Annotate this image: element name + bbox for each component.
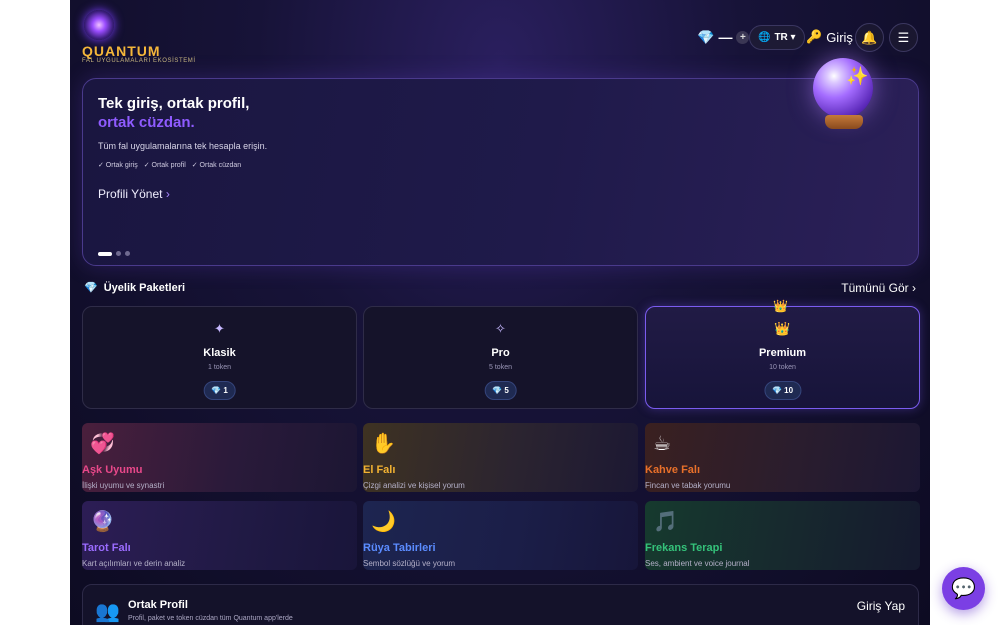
package-price: 1 — [223, 386, 228, 395]
hero-feature: ✓ Ortak profil — [143, 162, 186, 169]
crystal-orb-icon[interactable] — [84, 10, 114, 40]
package-name: Pro — [491, 347, 510, 359]
gem-icon: 💎 — [771, 386, 782, 395]
sparkle-icon: ✨ — [846, 66, 869, 86]
crystal-ball-icon: 🔮 — [90, 511, 115, 533]
shared-profile-card: 👥 Ortak Profil Profil, paket ve token cü… — [82, 584, 919, 625]
wallet-balance: — — [718, 29, 733, 45]
brand-title[interactable]: QUANTUM — [82, 43, 161, 59]
carousel-dot-2[interactable] — [116, 251, 121, 256]
package-name: Klasik — [203, 347, 236, 359]
users-icon: 👥 — [95, 601, 120, 623]
notifications-button[interactable]: 🔔 — [855, 23, 884, 52]
app-description: Ses, ambient ve voice journal — [645, 559, 750, 568]
app-description: Kart açılımları ve derin analiz — [82, 559, 186, 568]
app-tile-el-fali[interactable]: ✋ El Falı Çizgi analizi ve kişisel yorum — [363, 423, 638, 492]
token-wallet[interactable]: 💎 — + — [697, 23, 750, 51]
gem-icon: 💎 — [84, 282, 98, 294]
app-name: El Falı — [363, 464, 396, 476]
hero-carousel[interactable]: Tek giriş, ortak profil, ortak cüzdan. T… — [82, 78, 919, 266]
language-label: TR ▾ — [774, 32, 796, 43]
package-tokens: 1 token — [208, 364, 231, 371]
see-all-link[interactable]: Tümünü Gör › — [841, 281, 916, 295]
brand-subtitle: FAL UYGULAMALARI EKOSİSTEMİ — [82, 58, 196, 64]
app-tile-ask-uyumu[interactable]: 💞 Aşk Uyumu İlişki uyumu ve synastri — [82, 423, 357, 492]
app-name: Rüya Tabirleri — [363, 542, 436, 554]
profile-card-title: Ortak Profil — [128, 599, 188, 611]
package-tokens: 10 token — [769, 364, 796, 371]
carousel-dot-3[interactable] — [125, 251, 130, 256]
app-description: Fincan ve tabak yorumu — [645, 481, 731, 490]
section-header-packages: 💎 Üyelik Paketleri — [84, 281, 186, 295]
package-price: 10 — [784, 386, 794, 395]
hero-feature-list: ✓ Ortak giriş ✓ Ortak profil ✓ Ortak cüz… — [98, 161, 241, 169]
chat-bubble-icon: 💬 — [951, 578, 976, 600]
crown-icon: 👑 — [774, 321, 791, 336]
hamburger-menu-icon: ☰ — [897, 29, 910, 45]
app-tile-kahve-fali[interactable]: ☕ Kahve Falı Fincan ve tabak yorumu — [645, 423, 920, 492]
chevron-right-icon: › — [165, 187, 170, 201]
hearts-icon: 💞 — [90, 433, 115, 455]
language-selector[interactable]: 🌐 TR ▾ — [749, 25, 805, 50]
profile-card-description: Profil, paket ve token cüzdan tüm Quantu… — [128, 615, 293, 622]
app-tile-ruya-tabirleri[interactable]: 🌙 Rüya Tabirleri Sembol sözlüğü ve yorum — [363, 501, 638, 570]
crown-icon: 👑 — [773, 299, 788, 313]
hero-title-accent: ortak cüzdan. — [98, 114, 195, 131]
app-description: Sembol sözlüğü ve yorum — [363, 559, 456, 568]
section-title: Üyelik Paketleri — [103, 281, 186, 294]
package-tokens: 5 token — [489, 364, 512, 371]
login-button[interactable]: 🔑 Giriş — [806, 23, 853, 51]
hand-icon: ✋ — [371, 433, 396, 455]
package-name: Premium — [758, 347, 807, 359]
menu-button[interactable]: ☰ — [889, 23, 918, 52]
hero-feature: ✓ Ortak cüzdan — [191, 162, 242, 169]
globe-icon: 🌐 — [758, 32, 771, 43]
app-description: İlişki uyumu ve synastri — [82, 481, 165, 490]
moon-icon: 🌙 — [371, 511, 396, 533]
hero-title: Tek giriş, ortak profil, — [98, 95, 250, 112]
sparkle-icon: ✦ — [214, 321, 225, 336]
gem-icon: 💎 — [492, 386, 503, 395]
package-price: 5 — [504, 386, 509, 395]
chat-button[interactable]: 💬 — [942, 567, 985, 610]
app-shell: QUANTUM FAL UYGULAMALARI EKOSİSTEMİ 💎 — … — [70, 0, 930, 625]
manage-profile-link[interactable]: Profili Yönet › — [98, 187, 170, 201]
profile-login-button[interactable]: Giriş Yap — [857, 599, 905, 613]
app-description: Çizgi analizi ve kişisel yorum — [363, 481, 465, 490]
app-name: Tarot Falı — [82, 542, 131, 554]
add-token-button[interactable]: + — [736, 30, 750, 44]
crystal-ball-stand — [825, 115, 863, 129]
coffee-icon: ☕ — [653, 433, 671, 455]
gem-icon: 💎 — [697, 28, 715, 45]
hero-feature: ✓ Ortak giriş — [98, 162, 138, 169]
carousel-dot-1[interactable] — [98, 251, 112, 256]
key-icon: 🔑 — [806, 29, 823, 44]
app-name: Aşk Uyumu — [82, 464, 143, 476]
package-price-badge[interactable]: 💎 5 — [484, 381, 517, 400]
package-card-pro[interactable]: ✧ Pro 5 token 💎 5 — [363, 306, 638, 409]
app-name: Frekans Terapi — [645, 542, 723, 554]
gem-icon: 💎 — [211, 386, 222, 395]
music-note-icon: 🎵 — [653, 511, 678, 533]
package-price-badge[interactable]: 💎 10 — [763, 381, 802, 400]
app-tile-frekans-terapi[interactable]: 🎵 Frekans Terapi Ses, ambient ve voice j… — [645, 501, 920, 570]
hero-description: Tüm fal uygulamalarına tek hesapla erişi… — [98, 141, 268, 151]
login-label: Giriş — [826, 29, 853, 45]
bell-icon: 🔔 — [861, 29, 878, 45]
carousel-indicators — [98, 251, 130, 256]
package-price-badge[interactable]: 💎 1 — [203, 381, 236, 400]
app-name: Kahve Falı — [645, 464, 701, 476]
package-card-klasik[interactable]: ✦ Klasik 1 token 💎 1 — [82, 306, 357, 409]
package-card-premium[interactable]: 👑 Premium 10 token 💎 10 — [645, 306, 920, 409]
manage-profile-label: Profili Yönet — [98, 187, 163, 201]
star-outline-icon: ✧ — [495, 321, 506, 336]
app-tile-tarot-fali[interactable]: 🔮 Tarot Falı Kart açılımları ve derin an… — [82, 501, 357, 570]
